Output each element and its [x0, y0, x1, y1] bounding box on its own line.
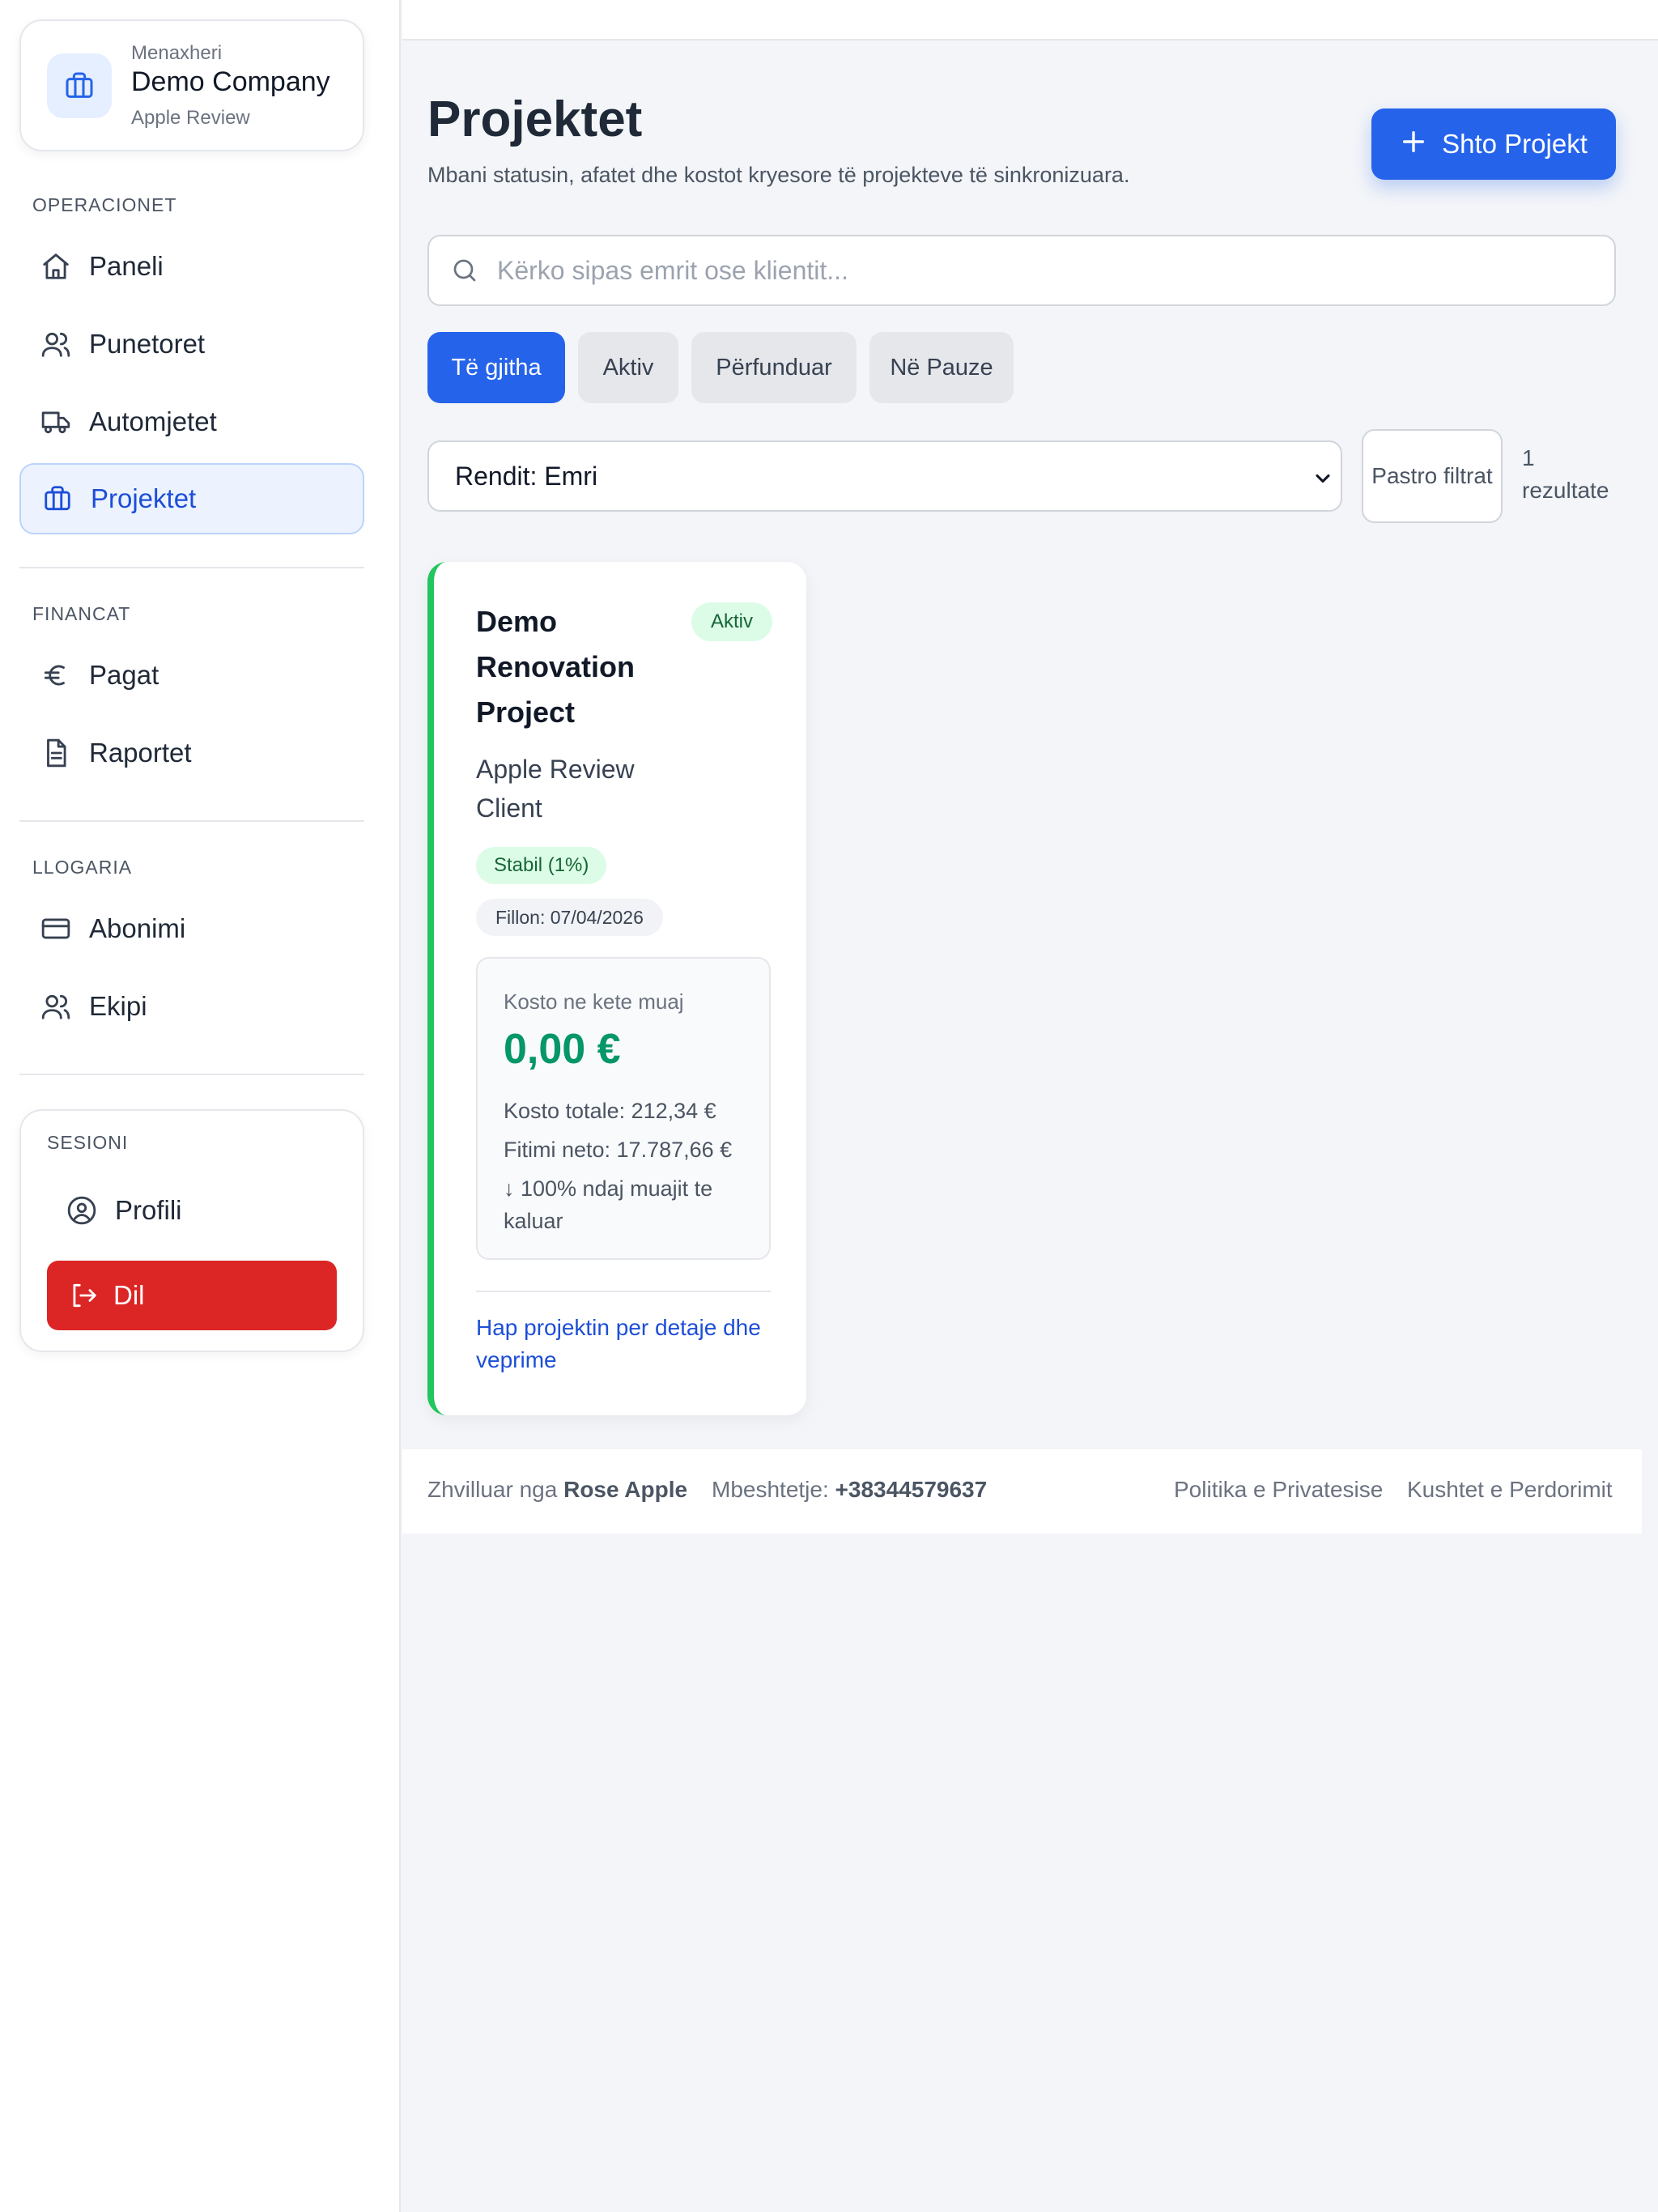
sidebar-item-label: Ekipi: [89, 991, 147, 1021]
sort-selected-value: Rendit: Emri: [455, 461, 598, 491]
search-input[interactable]: [497, 255, 1590, 286]
sidebar-item-paneli[interactable]: Paneli: [19, 231, 364, 302]
euro-icon: [39, 658, 73, 692]
monthly-cost-value: 0,00 €: [504, 1026, 621, 1073]
sidebar-item-label: Automjetet: [89, 406, 217, 436]
sidebar-item-ekipi[interactable]: Ekipi: [19, 971, 364, 1042]
project-title: Demo Renovation Project: [476, 605, 636, 729]
chevron-down-icon: [1312, 466, 1334, 496]
health-badge: Stabil (1%): [476, 847, 607, 884]
briefcase-icon: [47, 53, 112, 118]
net-profit: Fitimi neto: 17.787,66 €: [504, 1138, 733, 1162]
footer: Zhvilluar nga Rose Apple Mbeshtetje: +38…: [402, 1449, 1642, 1534]
cost-summary: Kosto ne kete muaj 0,00 € Kosto totale: …: [476, 957, 771, 1260]
logout-label: Dil: [113, 1280, 145, 1310]
company-name: Demo Company: [131, 66, 330, 97]
terms-of-use-link[interactable]: Kushtet e Perdorimit: [1407, 1477, 1613, 1503]
cost-trend: ↓ 100% ndaj muajit te kaluar: [504, 1176, 713, 1233]
monthly-cost-label: Kosto ne kete muaj: [504, 989, 684, 1014]
privacy-policy-link[interactable]: Politika e Privatesise: [1174, 1477, 1383, 1503]
sidebar: Menaxheri Demo Company Apple Review OPER…: [0, 0, 401, 2212]
support-phone[interactable]: +38344579637: [835, 1477, 988, 1502]
sidebar-item-profili[interactable]: Profili: [45, 1176, 345, 1245]
sidebar-item-label: Punetoret: [89, 329, 206, 359]
logout-icon: [66, 1278, 100, 1312]
total-cost: Kosto totale: 212,34 €: [504, 1099, 716, 1123]
company-role: Menaxheri: [131, 42, 223, 64]
document-icon: [39, 736, 73, 770]
team-icon: [39, 989, 73, 1023]
developed-by-label: Zhvilluar nga: [427, 1477, 558, 1502]
section-label-finances: FINANCAT: [32, 603, 131, 624]
filter-all[interactable]: Të gjitha: [427, 332, 565, 403]
company-subtitle: Apple Review: [131, 107, 250, 129]
section-label-account: LLOGARIA: [32, 857, 133, 878]
page-subtitle: Mbani statusin, afatet dhe kostot kryeso…: [427, 163, 1130, 187]
open-project-link[interactable]: Hap projektin per detaje dhe veprime: [476, 1312, 784, 1376]
project-client: Apple Review Client: [476, 755, 635, 823]
sidebar-item-label: Raportet: [89, 738, 192, 768]
clear-filters-button[interactable]: Pastro filtrat: [1362, 429, 1503, 523]
sidebar-item-label: Pagat: [89, 660, 159, 690]
search-field[interactable]: [427, 235, 1616, 306]
sidebar-item-punetoret[interactable]: Punetoret: [19, 308, 364, 380]
top-bar: [402, 0, 1658, 40]
sidebar-item-label: Paneli: [89, 251, 164, 281]
filter-active[interactable]: Aktiv: [578, 332, 678, 403]
plus-icon: [1400, 126, 1427, 162]
card-divider: [476, 1291, 771, 1292]
developer-name: Rose Apple: [563, 1477, 688, 1502]
sidebar-item-label: Abonimi: [89, 913, 186, 943]
section-label-session: SESIONI: [47, 1132, 129, 1153]
sidebar-item-abonimi[interactable]: Abonimi: [19, 893, 364, 964]
sidebar-item-projektet[interactable]: Projektet: [19, 463, 364, 534]
developed-by: Zhvilluar nga Rose Apple: [427, 1477, 687, 1503]
project-card[interactable]: Demo Renovation Project Aktiv Apple Revi…: [427, 562, 806, 1415]
sidebar-item-pagat[interactable]: Pagat: [19, 640, 364, 711]
add-project-button[interactable]: Shto Projekt: [1371, 108, 1616, 180]
support-info: Mbeshtetje: +38344579637: [712, 1477, 987, 1503]
sidebar-item-raportet[interactable]: Raportet: [19, 717, 364, 789]
filter-paused[interactable]: Në Pauze: [869, 332, 1014, 403]
add-project-label: Shto Projekt: [1442, 129, 1588, 159]
start-date-badge: Fillon: 07/04/2026: [476, 899, 663, 936]
section-label-operations: OPERACIONET: [32, 194, 177, 215]
results-count: 1 rezultate: [1522, 445, 1609, 503]
status-badge: Aktiv: [691, 602, 773, 641]
search-icon: [449, 254, 481, 287]
sidebar-divider: [19, 567, 364, 568]
sidebar-item-label: Projektet: [91, 483, 197, 513]
support-label: Mbeshtetje:: [712, 1477, 829, 1502]
company-card[interactable]: Menaxheri Demo Company Apple Review: [19, 19, 364, 151]
truck-icon: [39, 405, 73, 439]
filter-completed[interactable]: Përfunduar: [691, 332, 857, 403]
sort-select[interactable]: Rendit: Emri: [427, 440, 1342, 512]
briefcase-icon: [40, 482, 74, 516]
logout-button[interactable]: Dil: [47, 1261, 337, 1330]
sidebar-item-automjetet[interactable]: Automjetet: [19, 386, 364, 457]
user-circle-icon: [65, 1193, 99, 1227]
sidebar-divider: [19, 1074, 364, 1075]
home-icon: [39, 249, 73, 283]
profile-label: Profili: [115, 1195, 182, 1225]
credit-card-icon: [39, 912, 73, 946]
sidebar-divider: [19, 820, 364, 822]
users-icon: [39, 327, 73, 361]
page-title: Projektet: [427, 91, 643, 147]
